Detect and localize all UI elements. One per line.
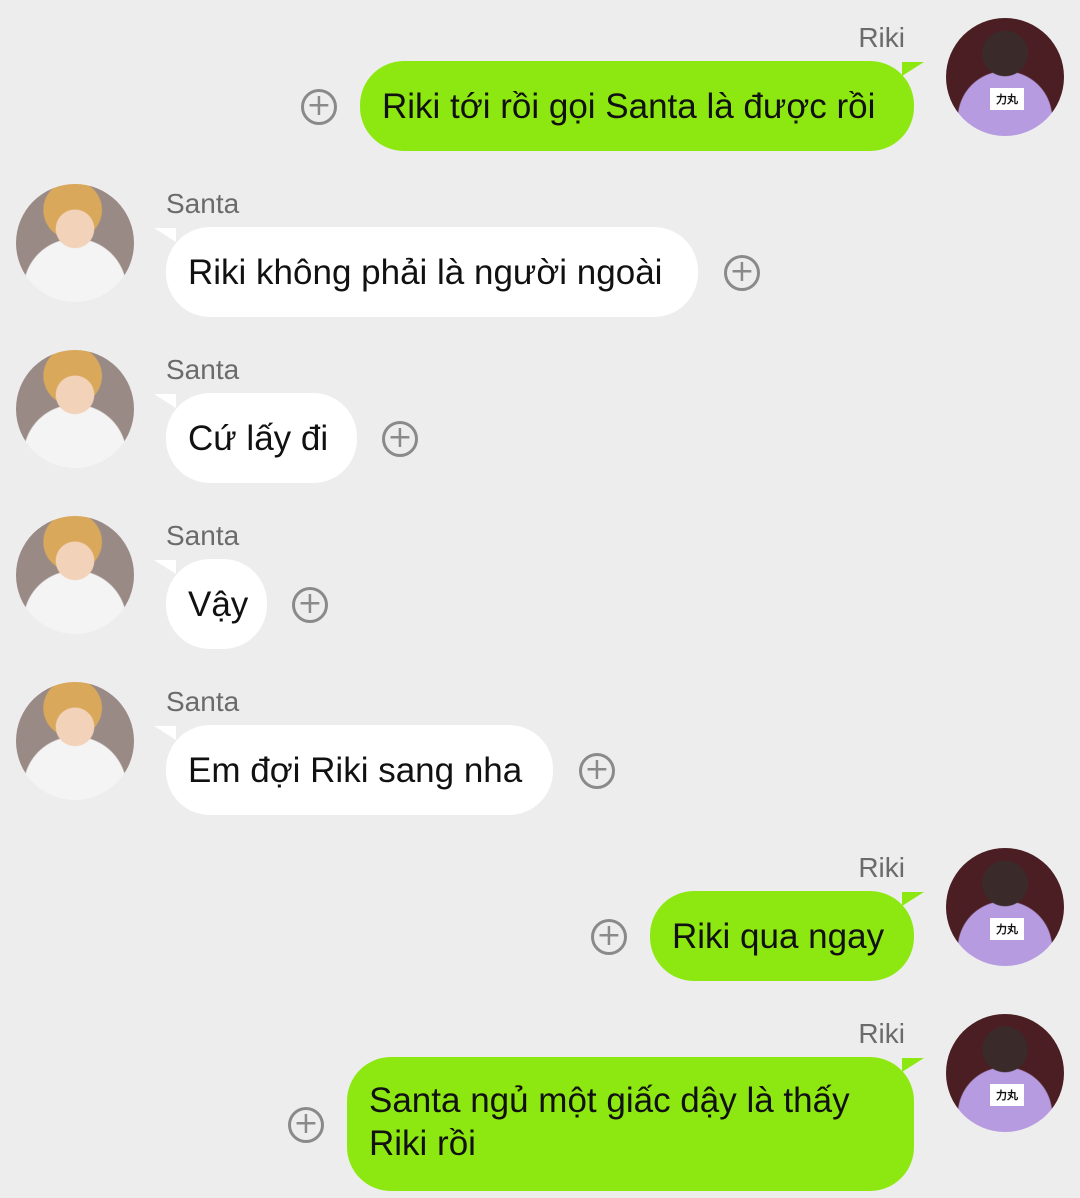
plus-circle-icon[interactable]: + [724, 255, 760, 291]
bubble-tail [154, 228, 176, 242]
santa-avatar[interactable] [16, 516, 134, 634]
plus-circle-icon[interactable]: + [301, 89, 337, 125]
sender-name: Riki [858, 1018, 905, 1049]
riki-avatar[interactable]: 力丸 [946, 848, 1064, 966]
santa-avatar[interactable] [16, 682, 134, 800]
message-bubble[interactable]: Santa ngủ một giấc dậy là thấy Riki rồi [347, 1057, 914, 1191]
sender-name: Riki [858, 852, 905, 883]
avatar-name-tag: 力丸 [990, 88, 1024, 110]
message-bubble[interactable]: Em đợi Riki sang nha [166, 725, 553, 815]
avatar-name-tag: 力丸 [990, 1084, 1024, 1106]
sender-name: Santa [166, 188, 240, 219]
riki-avatar[interactable]: 力丸 [946, 18, 1064, 136]
sender-name: Santa [166, 520, 240, 551]
riki-avatar[interactable]: 力丸 [946, 1014, 1064, 1132]
plus-circle-icon[interactable]: + [292, 587, 328, 623]
plus-circle-icon[interactable]: + [579, 753, 615, 789]
plus-circle-icon[interactable]: + [382, 421, 418, 457]
message-bubble[interactable]: Riki không phải là người ngoài [166, 227, 698, 317]
bubble-tail [154, 394, 176, 408]
santa-avatar[interactable] [16, 184, 134, 302]
bubble-tail [154, 560, 176, 574]
sender-name: Santa [166, 686, 240, 717]
message-bubble[interactable]: Cứ lấy đi [166, 393, 357, 483]
bubble-tail [902, 892, 924, 906]
sender-name: Santa [166, 354, 240, 385]
message-bubble[interactable]: Riki qua ngay [650, 891, 914, 981]
plus-circle-icon[interactable]: + [288, 1107, 324, 1143]
santa-avatar[interactable] [16, 350, 134, 468]
message-bubble[interactable]: Vậy [166, 559, 267, 649]
bubble-tail [902, 1058, 924, 1072]
sender-name: Riki [858, 22, 905, 53]
bubble-tail [154, 726, 176, 740]
bubble-tail [902, 62, 924, 76]
avatar-name-tag: 力丸 [990, 918, 1024, 940]
plus-circle-icon[interactable]: + [591, 919, 627, 955]
message-bubble[interactable]: Riki tới rồi gọi Santa là được rồi [360, 61, 914, 151]
